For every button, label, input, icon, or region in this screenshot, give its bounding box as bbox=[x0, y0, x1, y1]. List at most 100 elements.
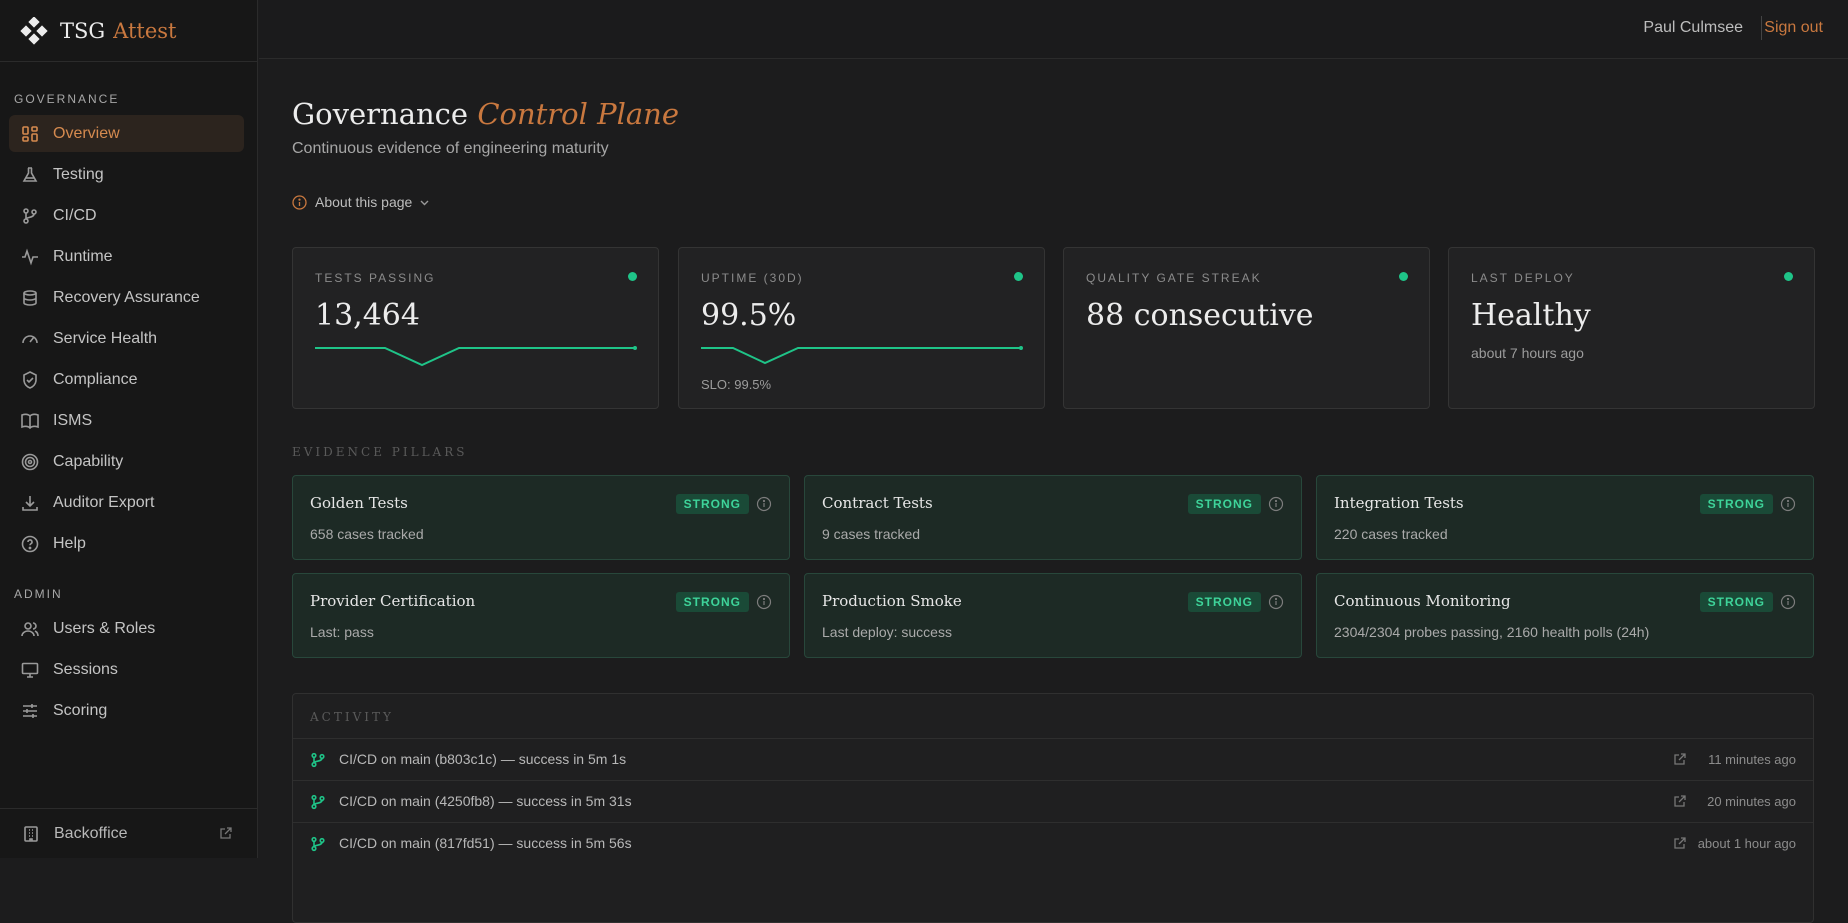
info-icon[interactable] bbox=[1268, 496, 1284, 512]
status-dot bbox=[1399, 272, 1408, 281]
sidebar-item-label: Help bbox=[53, 534, 86, 552]
external-link-icon[interactable] bbox=[1673, 795, 1686, 808]
sidebar-item-isms[interactable]: ISMS bbox=[9, 402, 244, 439]
page-title: Governance Control Plane bbox=[292, 97, 680, 131]
activity-row[interactable]: CI/CD on main (4250fb8) — success in 5m … bbox=[293, 780, 1813, 822]
activity-row[interactable]: CI/CD on main (b803c1c) — success in 5m … bbox=[293, 738, 1813, 780]
sidebar-item-users-roles[interactable]: Users & Roles bbox=[9, 610, 244, 647]
kpi-label: UPTIME (30D) bbox=[701, 271, 804, 285]
sidebar-item-label: Overview bbox=[53, 124, 120, 142]
activity-panel: ACTIVITY CI/CD on main (b803c1c) — succe… bbox=[292, 693, 1814, 923]
status-badge: STRONG bbox=[1187, 494, 1261, 514]
backoffice-label: Backoffice bbox=[54, 824, 128, 842]
sign-out-link[interactable]: Sign out bbox=[1764, 19, 1823, 37]
header-divider bbox=[1761, 16, 1762, 40]
git-branch-icon bbox=[311, 836, 325, 852]
kpi-card-last-deploy[interactable]: LAST DEPLOY Healthy about 7 hours ago bbox=[1448, 247, 1815, 409]
sidebar-item-auditor-export[interactable]: Auditor Export bbox=[9, 484, 244, 521]
gauge-icon bbox=[22, 334, 38, 343]
sidebar-item-compliance[interactable]: Compliance bbox=[9, 361, 244, 398]
nav-section-governance: GOVERNANCE bbox=[14, 92, 120, 106]
git-branch-icon bbox=[311, 752, 325, 768]
status-dot bbox=[1784, 272, 1793, 281]
info-icon[interactable] bbox=[1780, 496, 1796, 512]
flask-icon bbox=[22, 166, 38, 182]
sidebar-item-overview[interactable]: Overview bbox=[9, 115, 244, 152]
pillar-description: 9 cases tracked bbox=[822, 526, 921, 542]
user-name: Paul Culmsee bbox=[1643, 19, 1743, 36]
pillar-name: Contract Tests bbox=[822, 494, 933, 512]
git-branch-icon bbox=[23, 207, 37, 224]
pillar-card-contract-tests[interactable]: Contract Tests STRONG 9 cases tracked bbox=[804, 475, 1302, 560]
sidebar-item-label: Recovery Assurance bbox=[53, 288, 200, 306]
sidebar-item-runtime[interactable]: Runtime bbox=[9, 238, 244, 275]
sidebar-item-label: Service Health bbox=[53, 329, 158, 347]
sidebar-item-scoring[interactable]: Scoring bbox=[9, 692, 244, 729]
pillar-description: 2304/2304 probes passing, 2160 health po… bbox=[1334, 624, 1650, 640]
status-badge: STRONG bbox=[1187, 592, 1261, 612]
brand-name: TSG Attest bbox=[60, 18, 177, 43]
kpi-value: 99.5% bbox=[701, 298, 797, 333]
brand[interactable]: TSG Attest bbox=[0, 0, 257, 62]
help-icon bbox=[21, 535, 39, 552]
pillar-card-production-smoke[interactable]: Production Smoke STRONG Last deploy: suc… bbox=[804, 573, 1302, 658]
kpi-value: 13,464 bbox=[315, 298, 420, 333]
sidebar-item-backoffice[interactable]: Backoffice bbox=[0, 808, 258, 858]
kpi-label: TESTS PASSING bbox=[315, 271, 436, 285]
pillar-card-provider-certification[interactable]: Provider Certification STRONG Last: pass bbox=[292, 573, 790, 658]
kpi-card-quality-gate[interactable]: QUALITY GATE STREAK 88 consecutive bbox=[1063, 247, 1430, 409]
info-icon[interactable] bbox=[756, 594, 772, 610]
shield-check-icon bbox=[23, 370, 37, 389]
sidebar-item-label: Compliance bbox=[53, 370, 138, 388]
status-badge: STRONG bbox=[1699, 494, 1773, 514]
page-subtitle: Continuous evidence of engineering matur… bbox=[292, 140, 609, 157]
database-icon bbox=[23, 289, 37, 306]
sidebar-item-label: Sessions bbox=[53, 660, 118, 678]
about-label: About this page bbox=[315, 194, 413, 210]
status-badge: STRONG bbox=[675, 494, 749, 514]
external-link-icon[interactable] bbox=[1673, 753, 1686, 766]
nav-section-admin: ADMIN bbox=[14, 587, 63, 601]
pillar-description: Last: pass bbox=[310, 624, 374, 640]
about-page-toggle[interactable]: About this page bbox=[292, 194, 430, 210]
sidebar-item-capability[interactable]: Capability bbox=[9, 443, 244, 480]
pillar-description: Last deploy: success bbox=[822, 624, 952, 640]
sidebar-item-sessions[interactable]: Sessions bbox=[9, 651, 244, 688]
sidebar-item-service-health[interactable]: Service Health bbox=[9, 320, 244, 357]
kpi-value: Healthy bbox=[1471, 298, 1591, 333]
kpi-card-tests-passing[interactable]: TESTS PASSING 13,464 bbox=[292, 247, 659, 409]
info-icon[interactable] bbox=[1780, 594, 1796, 610]
kpi-label: LAST DEPLOY bbox=[1471, 271, 1575, 285]
grid-icon bbox=[22, 125, 38, 142]
sidebar: TSG Attest GOVERNANCE Overview Testing CI… bbox=[0, 0, 258, 858]
sidebar-item-help[interactable]: Help bbox=[9, 525, 244, 562]
kpi-sub: about 7 hours ago bbox=[1471, 345, 1584, 361]
external-link-icon bbox=[220, 827, 232, 839]
activity-text: CI/CD on main (b803c1c) — success in 5m … bbox=[339, 751, 627, 767]
sidebar-item-cicd[interactable]: CI/CD bbox=[9, 197, 244, 234]
pillar-card-integration-tests[interactable]: Integration Tests STRONG 220 cases track… bbox=[1316, 475, 1814, 560]
sidebar-item-label: Scoring bbox=[53, 701, 108, 719]
status-badge: STRONG bbox=[1699, 592, 1773, 612]
sidebar-item-label: ISMS bbox=[53, 411, 93, 429]
external-link-icon[interactable] bbox=[1673, 837, 1686, 850]
pillar-name: Golden Tests bbox=[310, 494, 408, 512]
info-icon[interactable] bbox=[1268, 594, 1284, 610]
status-dot bbox=[1014, 272, 1023, 281]
sidebar-item-recovery-assurance[interactable]: Recovery Assurance bbox=[9, 279, 244, 316]
pillar-description: 658 cases tracked bbox=[310, 526, 424, 542]
sparkline bbox=[701, 346, 1023, 365]
book-icon bbox=[21, 413, 39, 429]
sidebar-item-label: CI/CD bbox=[53, 206, 97, 224]
pillar-card-golden-tests[interactable]: Golden Tests STRONG 658 cases tracked bbox=[292, 475, 790, 560]
pillar-name: Integration Tests bbox=[1334, 494, 1464, 512]
activity-text: CI/CD on main (817fd51) — success in 5m … bbox=[339, 835, 632, 851]
sidebar-item-testing[interactable]: Testing bbox=[9, 156, 244, 193]
building-icon bbox=[24, 825, 38, 842]
kpi-card-uptime[interactable]: UPTIME (30D) 99.5% SLO: 99.5% bbox=[678, 247, 1045, 409]
info-icon[interactable] bbox=[756, 496, 772, 512]
pillar-card-continuous-monitoring[interactable]: Continuous Monitoring STRONG 2304/2304 p… bbox=[1316, 573, 1814, 658]
brand-accent: Attest bbox=[113, 18, 177, 43]
sidebar-item-label: Auditor Export bbox=[53, 493, 155, 511]
activity-text: CI/CD on main (4250fb8) — success in 5m … bbox=[339, 793, 632, 809]
